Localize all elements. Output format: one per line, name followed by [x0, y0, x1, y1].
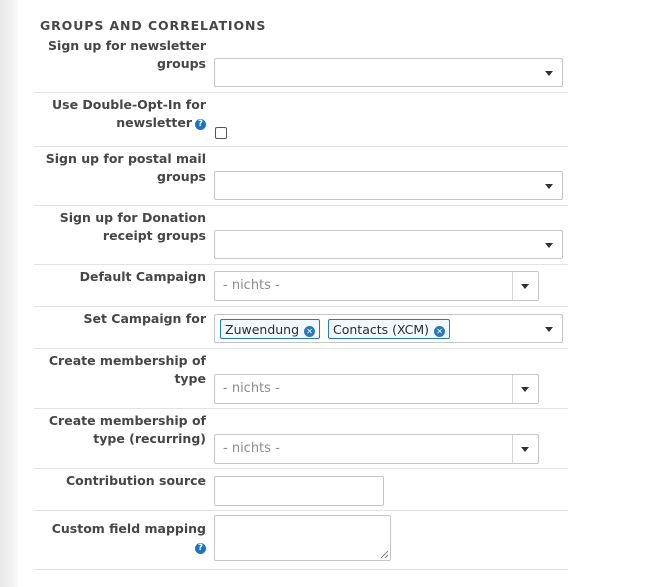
caret-down-icon [521, 284, 529, 289]
campaign-chip: Zuwendung ✕ [220, 319, 321, 339]
label-line: Sign up for Donation [59, 210, 206, 225]
default-campaign-label: Default Campaign [79, 269, 206, 284]
membership-type-placeholder: - nichts - [223, 381, 280, 396]
membership-type-select[interactable]: - nichts - [214, 374, 539, 404]
page-gutter [0, 0, 18, 587]
caret-down-icon [545, 327, 553, 332]
row-default-campaign: Default Campaign - nichts - [34, 265, 568, 307]
default-campaign-placeholder: - nichts - [223, 278, 280, 293]
caret-down-icon [521, 387, 529, 392]
label-line: Sign up for newsletter [48, 38, 206, 53]
label-line: groups [157, 56, 206, 71]
select-divider [512, 375, 513, 403]
membership-type-recurring-select[interactable]: - nichts - [214, 434, 539, 464]
donation-receipt-groups-label: Sign up for Donation receipt groups [34, 209, 206, 245]
membership-type-recurring-label: Create membership of type (recurring) [34, 412, 206, 448]
custom-field-mapping-textarea[interactable] [214, 515, 391, 561]
label-line: Sign up for postal mail [45, 151, 206, 166]
label-line: Create membership of [48, 413, 206, 428]
times-circle-icon[interactable]: ✕ [434, 326, 446, 337]
resize-handle[interactable] [381, 551, 388, 558]
row-custom-field-mapping: Custom field mapping ? [34, 511, 568, 570]
donation-receipt-groups-select[interactable] [214, 230, 563, 259]
chip-label: Contacts (XCM) [333, 322, 430, 337]
membership-type-label: Create membership of type [34, 352, 206, 388]
row-set-campaign-for: Set Campaign for Zuwendung ✕ Contacts (XC… [34, 307, 568, 349]
campaign-chip: Contacts (XCM) ✕ [328, 319, 451, 339]
label-line: type (recurring) [93, 431, 206, 446]
newsletter-groups-select[interactable] [214, 58, 563, 87]
default-campaign-select[interactable]: - nichts - [214, 271, 539, 301]
section-title: GROUPS AND CORRELATIONS [40, 18, 267, 33]
row-membership-type: Create membership of type - nichts - [34, 349, 568, 409]
times-circle-icon[interactable]: ✕ [304, 326, 316, 337]
label-line: Custom field mapping [51, 521, 206, 536]
set-campaign-for-label: Set Campaign for [83, 311, 207, 326]
custom-field-mapping-label: Custom field mapping ? [34, 520, 206, 556]
row-double-opt-in: Use Double-Opt-In for newsletter? [34, 93, 568, 147]
label-line: receipt groups [102, 228, 206, 243]
row-newsletter-groups: Sign up for newsletter groups [34, 37, 568, 93]
contribution-source-label: Contribution source [65, 473, 206, 488]
question-circle-icon[interactable]: ? [195, 543, 206, 554]
contribution-source-input[interactable] [214, 476, 384, 506]
caret-down-icon [545, 243, 553, 248]
row-contribution-source: Contribution source [34, 469, 568, 511]
label-line: groups [157, 169, 206, 184]
row-postal-mail-groups: Sign up for postal mail groups [34, 147, 568, 206]
row-donation-receipt-groups: Sign up for Donation receipt groups [34, 206, 568, 265]
caret-down-icon [521, 447, 529, 452]
label-line: newsletter [116, 115, 192, 130]
label-line: Create membership of [48, 353, 206, 368]
label-line: type [174, 371, 206, 386]
double-opt-in-checkbox[interactable] [215, 127, 227, 139]
caret-down-icon [545, 71, 553, 76]
postal-mail-groups-select[interactable] [214, 171, 563, 200]
caret-down-icon [545, 184, 553, 189]
question-circle-icon[interactable]: ? [195, 119, 206, 130]
select-divider [512, 435, 513, 463]
row-membership-type-recurring: Create membership of type (recurring) - … [34, 409, 568, 469]
newsletter-groups-label: Sign up for newsletter groups [34, 37, 206, 73]
membership-type-recurring-placeholder: - nichts - [223, 441, 280, 456]
label-line: Use Double-Opt-In for [51, 97, 206, 112]
select-divider [512, 272, 513, 300]
postal-mail-groups-label: Sign up for postal mail groups [34, 150, 206, 186]
set-campaign-for-select[interactable]: Zuwendung ✕ Contacts (XCM) ✕ [214, 314, 563, 343]
double-opt-in-label: Use Double-Opt-In for newsletter? [34, 96, 206, 132]
chip-label: Zuwendung [225, 322, 300, 337]
